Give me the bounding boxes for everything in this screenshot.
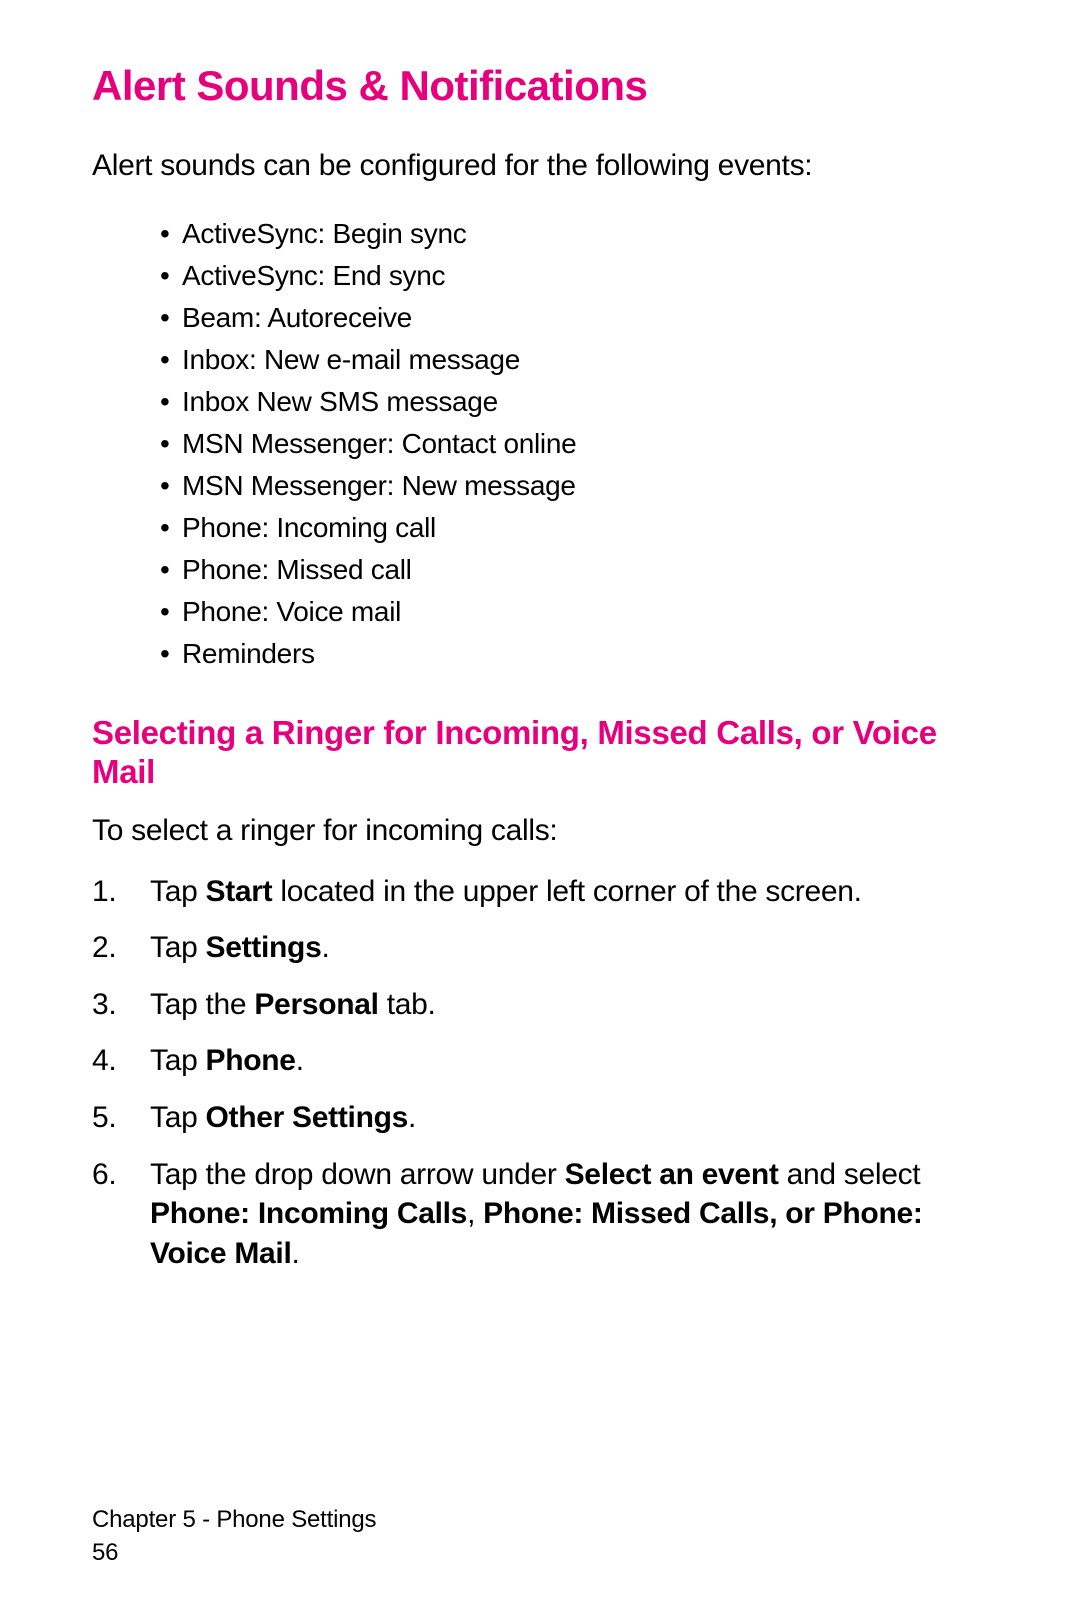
- bullet-item: Inbox New SMS message: [182, 381, 988, 423]
- step-item: Tap the Personal tab.: [92, 985, 988, 1025]
- section-subtitle: Selecting a Ringer for Incoming, Missed …: [92, 713, 988, 792]
- footer-chapter: Chapter 5 - Phone Settings: [92, 1503, 376, 1537]
- bullet-item: Beam: Autoreceive: [182, 297, 988, 339]
- bullet-item: Inbox: New e-mail message: [182, 339, 988, 381]
- step-item: Tap Other Settings.: [92, 1098, 988, 1138]
- bullet-item: Phone: Missed call: [182, 549, 988, 591]
- steps-list: Tap Start located in the upper left corn…: [92, 872, 988, 1274]
- intro-paragraph: Alert sounds can be configured for the f…: [92, 146, 988, 187]
- bullet-item: Phone: Voice mail: [182, 591, 988, 633]
- step-item: Tap Start located in the upper left corn…: [92, 872, 988, 912]
- step-item: Tap Phone.: [92, 1041, 988, 1081]
- step-item: Tap the drop down arrow under Select an …: [92, 1155, 988, 1274]
- bullet-item: Reminders: [182, 633, 988, 675]
- bullet-item: Phone: Incoming call: [182, 507, 988, 549]
- section-intro: To select a ringer for incoming calls:: [92, 814, 988, 848]
- footer-page-number: 56: [92, 1536, 376, 1570]
- bullet-item: ActiveSync: End sync: [182, 255, 988, 297]
- bullet-item: MSN Messenger: Contact online: [182, 423, 988, 465]
- bullet-item: ActiveSync: Begin sync: [182, 213, 988, 255]
- page-footer: Chapter 5 - Phone Settings 56: [92, 1503, 376, 1570]
- page-title: Alert Sounds & Notifications: [92, 62, 988, 110]
- bullet-item: MSN Messenger: New message: [182, 465, 988, 507]
- step-item: Tap Settings.: [92, 928, 988, 968]
- events-bullet-list: ActiveSync: Begin sync ActiveSync: End s…: [92, 213, 988, 675]
